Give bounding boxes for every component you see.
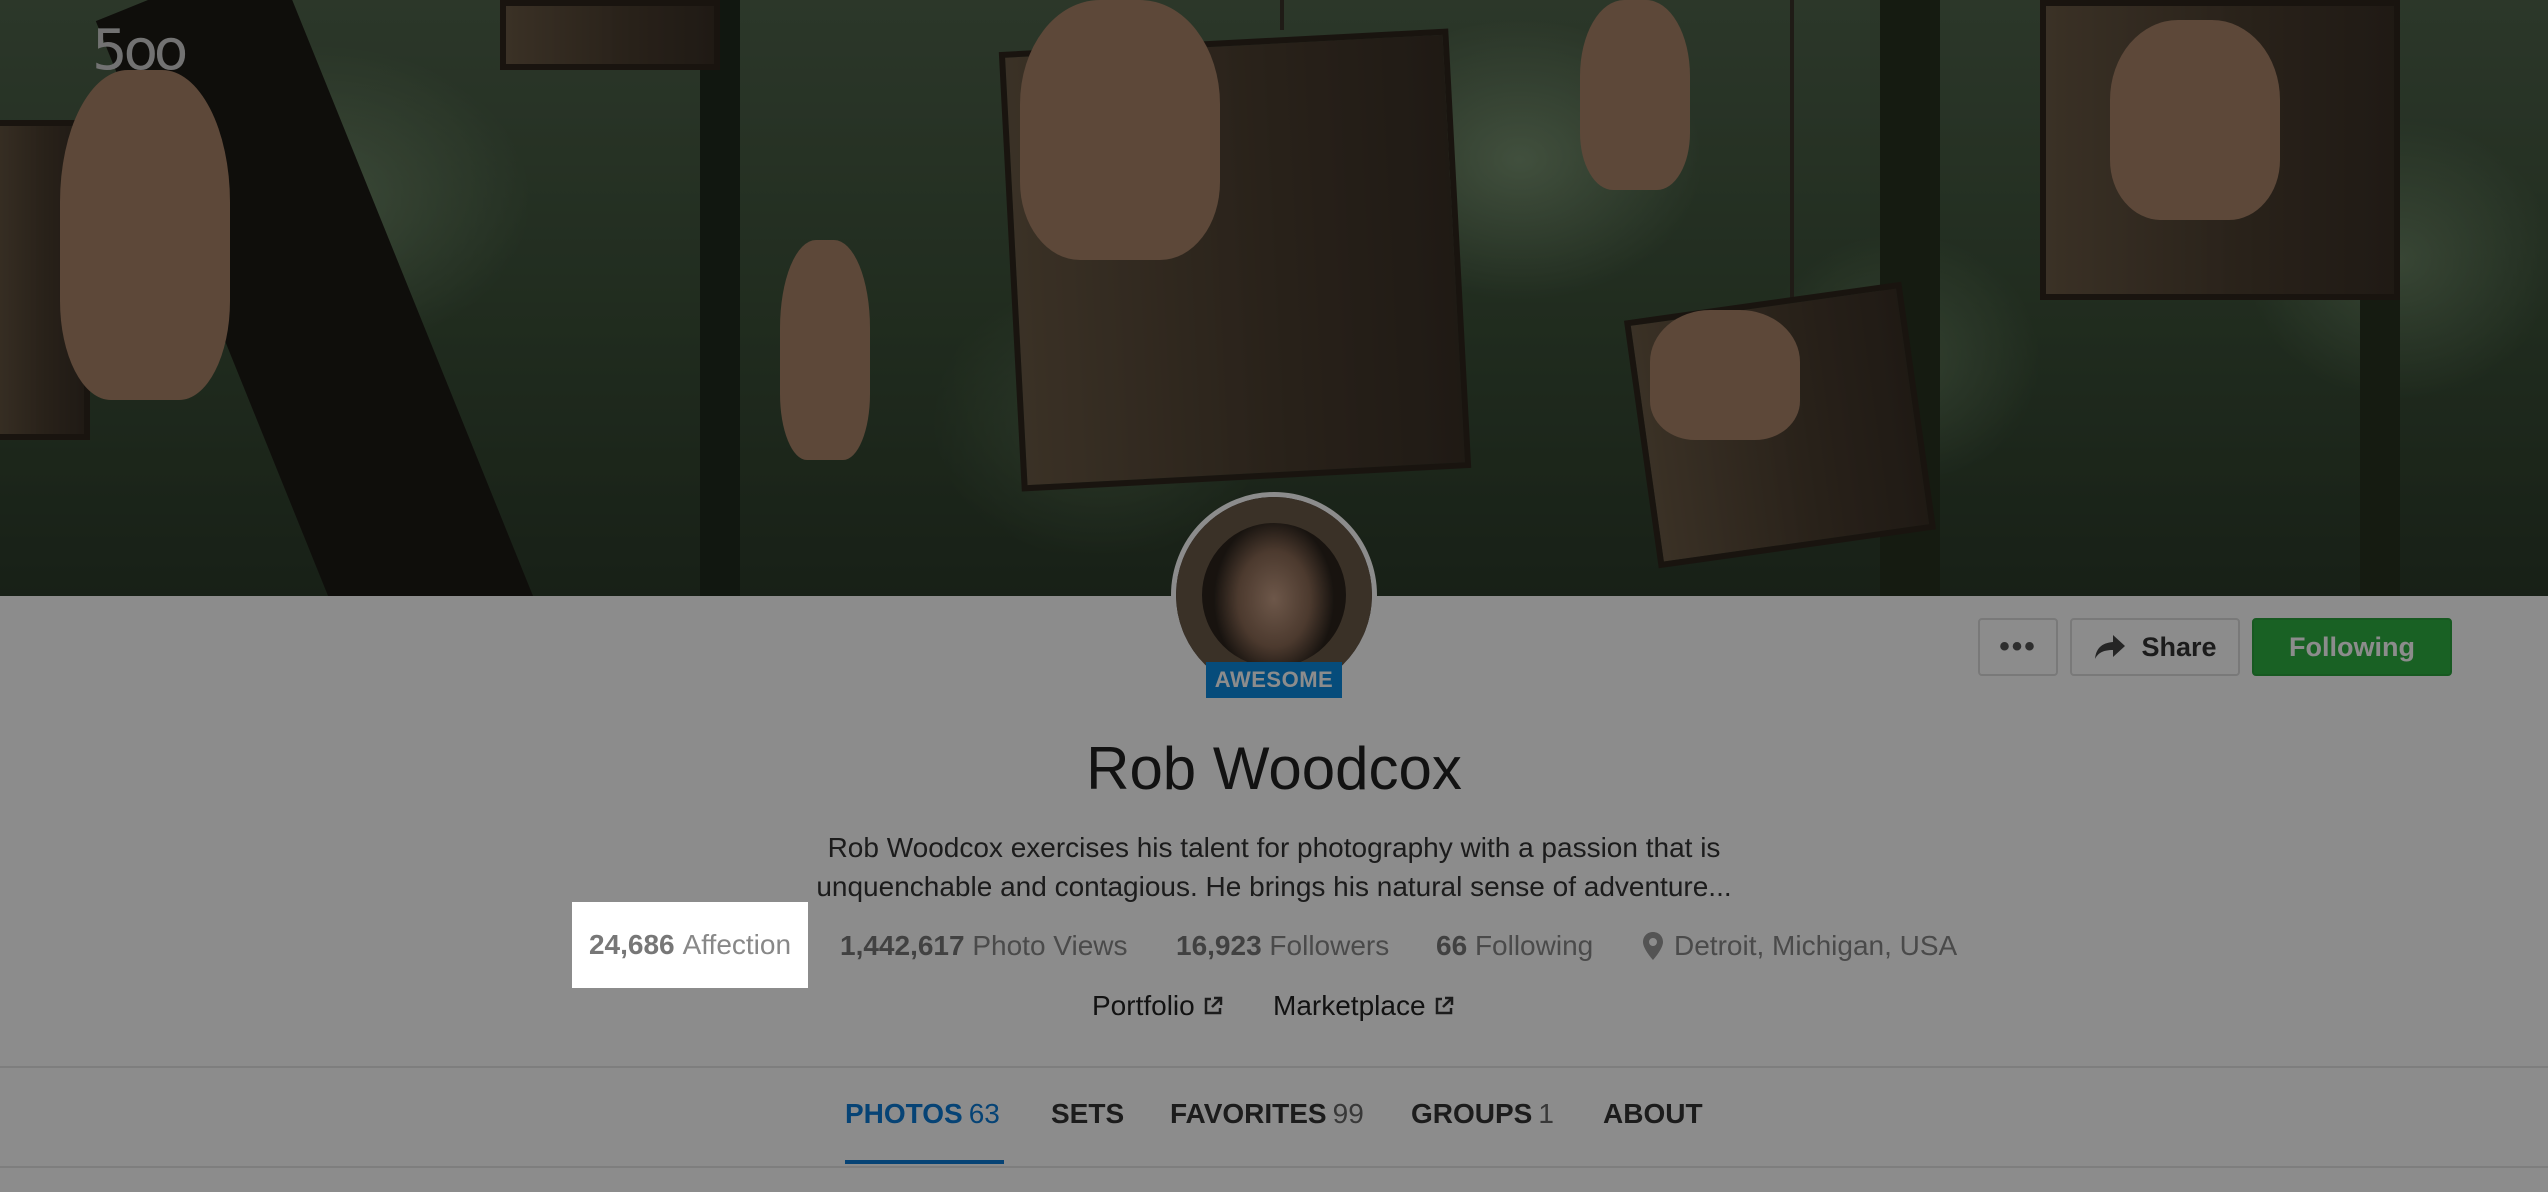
more-options-button[interactable]: ••• <box>1978 618 2058 676</box>
section-divider <box>0 1066 2548 1068</box>
following-button[interactable]: Following <box>2252 618 2452 676</box>
external-link-icon <box>1435 996 1453 1015</box>
external-link-icon <box>1204 996 1222 1015</box>
profile-bio: Rob Woodcox exercises his talent for pho… <box>774 828 1774 906</box>
tab-groups[interactable]: GROUPS 1 <box>1411 1098 1554 1130</box>
more-icon: ••• <box>1999 630 2037 663</box>
marketplace-link[interactable]: Marketplace <box>1273 990 1454 1022</box>
portfolio-link[interactable]: Portfolio <box>1092 990 1223 1022</box>
tabs-bottom-border <box>0 1166 2548 1168</box>
active-tab-indicator <box>845 1160 1004 1164</box>
tab-about[interactable]: ABOUT <box>1603 1098 1703 1130</box>
share-label: Share <box>2141 631 2217 662</box>
status-badge: AWESOME <box>1206 662 1342 698</box>
tab-photos[interactable]: PHOTOS 63 <box>845 1098 1000 1130</box>
share-arrow-icon <box>2095 635 2126 659</box>
brand-logo[interactable]: 5oo <box>92 18 188 83</box>
profile-name: Rob Woodcox <box>1086 735 1462 802</box>
bio-line-1: Rob Woodcox exercises his talent for pho… <box>827 832 1721 863</box>
share-button[interactable]: Share <box>2070 618 2240 676</box>
tab-favorites[interactable]: FAVORITES 99 <box>1170 1098 1364 1130</box>
tab-sets[interactable]: SETS <box>1051 1098 1124 1130</box>
bio-line-2: unquenchable and contagious. He brings h… <box>816 871 1732 902</box>
highlight-layer: 24,686 Affection <box>0 902 2548 988</box>
stat-affection[interactable]: 24,686 Affection <box>572 902 808 988</box>
